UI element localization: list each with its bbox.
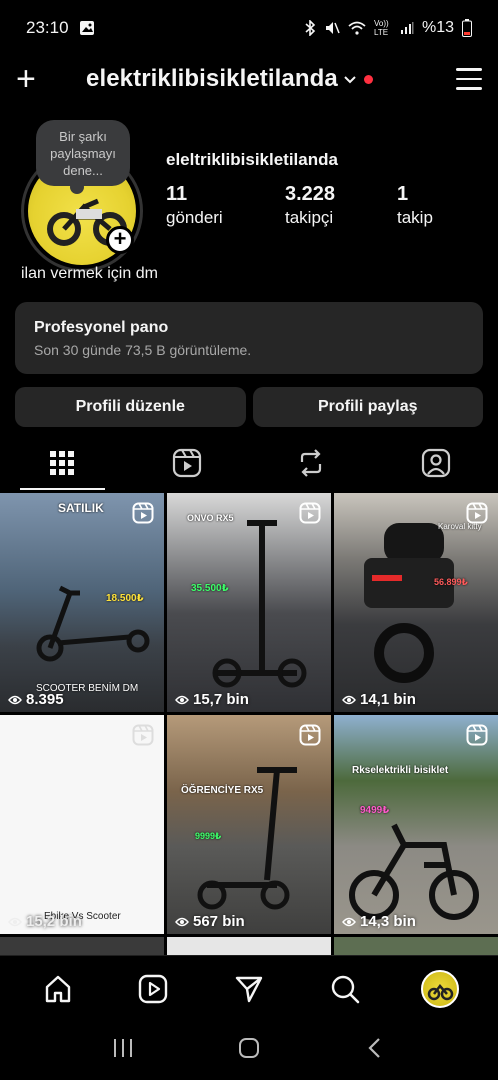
post-views: 15,7 bin xyxy=(175,691,249,708)
stat-value: 3.228 xyxy=(285,183,336,205)
stat-following[interactable]: 1 takip xyxy=(397,182,498,230)
views-count: 14,3 bin xyxy=(360,913,416,930)
reel-icon xyxy=(299,502,321,529)
signal-icon xyxy=(400,21,414,35)
profile-header: + elektriklibisikletilanda xyxy=(0,56,498,102)
add-story-icon[interactable]: + xyxy=(106,226,134,254)
wifi-icon xyxy=(348,21,366,35)
reel-icon xyxy=(299,724,321,751)
post-thumbnail[interactable]: Karoval kitty 56.899₺ 14,1 bin xyxy=(334,493,498,712)
reel-icon xyxy=(132,724,154,751)
home-circle-icon[interactable] xyxy=(238,1037,260,1064)
network-label: Vo)) LTE xyxy=(373,19,389,37)
profile-name: eleltriklibisikletilanda xyxy=(166,150,338,169)
post-thumbnail[interactable]: SATILIK 18.500₺ SCOOTER BENİM DM 8.395 xyxy=(0,493,164,712)
post-thumbnail[interactable] xyxy=(0,937,164,955)
bottom-navigation xyxy=(0,955,498,1021)
reel-icon xyxy=(466,502,488,529)
post-thumbnail[interactable]: Ebike Vs Scooter 15,2 bin xyxy=(0,715,164,934)
chevron-down-icon[interactable] xyxy=(344,71,356,87)
post-thumbnail[interactable] xyxy=(167,937,331,955)
reels-icon xyxy=(172,448,202,483)
reel-icon xyxy=(132,502,154,529)
post-thumbnail[interactable] xyxy=(334,937,498,955)
battery-percent: %13 xyxy=(421,19,454,36)
send-icon[interactable] xyxy=(224,964,274,1014)
professional-dashboard[interactable]: Profesyonel pano Son 30 günde 73,5 B gör… xyxy=(15,302,483,374)
stat-label: takipçi xyxy=(285,208,334,227)
bluetooth-icon xyxy=(304,20,316,36)
stat-posts[interactable]: 11 gönderi xyxy=(166,182,276,230)
note-text: Bir şarkı paylaşmayı dene... xyxy=(50,129,116,178)
recents-icon[interactable] xyxy=(112,1037,134,1064)
tab-tagged[interactable] xyxy=(374,440,498,490)
profile-actions: Profili düzenle Profili paylaş xyxy=(15,387,483,427)
profile-avatar[interactable] xyxy=(415,964,465,1014)
share-profile-button[interactable]: Profili paylaş xyxy=(252,387,483,427)
gallery-icon xyxy=(79,20,95,36)
profile-stats: 11 gönderi 3.228 takipçi 1 takip xyxy=(166,182,498,230)
post-thumbnail[interactable]: ÖĞRENCİYE RX5 9999₺ 567 bin xyxy=(167,715,331,934)
post-price: 9999₺ xyxy=(195,831,222,841)
mute-icon xyxy=(324,20,340,36)
posts-grid: SATILIK 18.500₺ SCOOTER BENİM DM 8.395 O… xyxy=(0,493,498,955)
plus-icon[interactable]: + xyxy=(16,62,50,96)
views-count: 14,1 bin xyxy=(360,691,416,708)
search-icon[interactable] xyxy=(320,964,370,1014)
post-views: 15,2 bin xyxy=(8,913,82,930)
views-count: 15,7 bin xyxy=(193,691,249,708)
note-bubble[interactable]: Bir şarkı paylaşmayı dene... xyxy=(36,120,130,194)
post-views: 567 bin xyxy=(175,913,245,930)
notification-dot xyxy=(363,74,373,84)
tab-grid[interactable] xyxy=(0,440,125,490)
views-count: 8.395 xyxy=(26,691,64,708)
stat-value: 1 xyxy=(397,183,409,205)
home-icon[interactable] xyxy=(33,964,83,1014)
header-username[interactable]: elektriklibisikletilanda xyxy=(86,65,338,93)
pro-panel-subtitle: Son 30 günde 73,5 B görüntüleme. xyxy=(34,342,252,358)
nav-avatar-image xyxy=(421,969,460,1008)
post-overlay-title: SATILIK xyxy=(58,501,104,515)
tab-reposts[interactable] xyxy=(249,440,374,490)
stat-value: 11 xyxy=(166,183,188,205)
profile-tabs xyxy=(0,440,498,490)
views-count: 15,2 bin xyxy=(26,913,82,930)
reposts-icon xyxy=(297,448,325,483)
post-views: 8.395 xyxy=(8,691,64,708)
reels-icon[interactable] xyxy=(128,964,178,1014)
stat-label: takip xyxy=(397,208,433,227)
post-price: 18.500₺ xyxy=(106,593,144,604)
stat-followers[interactable]: 3.228 takipçi xyxy=(285,182,397,230)
views-count: 567 bin xyxy=(193,913,245,930)
hamburger-menu-icon[interactable] xyxy=(456,68,482,90)
status-bar: 23:10 Vo)) LTE %13 xyxy=(0,0,498,56)
back-icon[interactable] xyxy=(364,1037,386,1064)
tagged-icon xyxy=(421,448,451,483)
post-views: 14,3 bin xyxy=(342,913,416,930)
post-views: 14,1 bin xyxy=(342,691,416,708)
grid-icon xyxy=(49,450,75,481)
edit-profile-button[interactable]: Profili düzenle xyxy=(15,387,246,427)
system-navigation xyxy=(0,1021,498,1080)
post-price: 56.899₺ xyxy=(434,577,468,587)
status-time: 23:10 xyxy=(26,18,69,37)
pro-panel-title: Profesyonel pano xyxy=(34,319,169,336)
post-overlay-title: Rkselektrikli bisiklet xyxy=(352,765,449,776)
post-price: 35.500₺ xyxy=(191,583,229,594)
post-thumbnail[interactable]: ONVO RX5 35.500₺ 15,7 bin xyxy=(167,493,331,712)
stat-label: gönderi xyxy=(166,208,223,227)
tab-reels[interactable] xyxy=(125,440,250,490)
reel-icon xyxy=(466,724,488,751)
profile-bio: ilan vermek için dm xyxy=(21,265,158,282)
battery-icon xyxy=(462,19,472,37)
post-thumbnail[interactable]: Rkselektrikli bisiklet 9499₺ 14,3 bin xyxy=(334,715,498,934)
